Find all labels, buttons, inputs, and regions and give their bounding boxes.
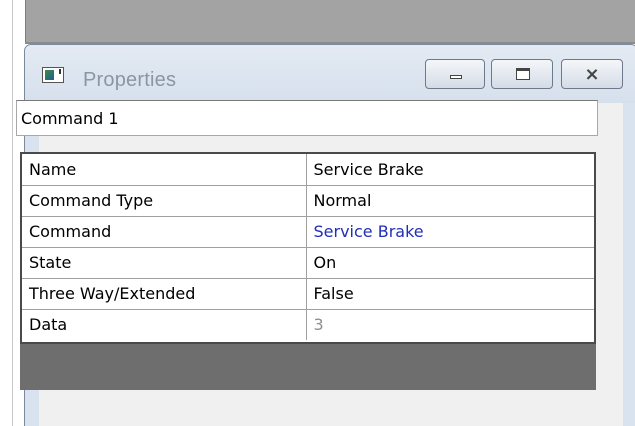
property-key: Name — [22, 154, 307, 186]
property-value[interactable]: On — [306, 247, 594, 279]
property-key: State — [22, 247, 307, 279]
property-grid: Name Service Brake Command Type Normal C… — [20, 152, 596, 344]
property-key: Three Way/Extended — [22, 278, 307, 310]
window-icon-mark — [59, 69, 61, 74]
property-value[interactable]: Service Brake — [306, 154, 594, 186]
property-row-data[interactable]: Data 3 — [22, 309, 594, 340]
background-left-strip — [0, 0, 12, 426]
property-value[interactable]: Normal — [306, 185, 594, 217]
title-bar[interactable]: Properties ⨯ — [25, 45, 635, 103]
window-title: Properties — [83, 69, 177, 91]
maximize-button[interactable] — [491, 59, 553, 89]
property-key: Data — [22, 309, 307, 340]
property-value[interactable]: False — [306, 278, 594, 310]
property-value-readonly: 3 — [313, 315, 324, 335]
property-table: Name Service Brake Command Type Normal C… — [22, 154, 594, 340]
property-row-command-type[interactable]: Command Type Normal — [22, 185, 594, 217]
properties-window-icon[interactable] — [42, 67, 64, 83]
background-divider — [12, 0, 13, 426]
property-key: Command — [22, 216, 307, 248]
minimize-icon — [450, 75, 462, 79]
grid-empty-area — [20, 344, 596, 390]
desktop-area: Properties ⨯ Name Service Brake Command — [0, 0, 635, 426]
property-value-link[interactable]: Service Brake — [306, 216, 594, 248]
close-icon: ⨯ — [584, 64, 600, 84]
window-icon-panel — [45, 70, 54, 80]
minimize-button[interactable] — [425, 59, 485, 89]
property-row-state[interactable]: State On — [22, 247, 594, 279]
close-button[interactable]: ⨯ — [561, 59, 623, 89]
property-row-three-way-extended[interactable]: Three Way/Extended False — [22, 278, 594, 310]
property-row-command[interactable]: Command Service Brake — [22, 216, 594, 248]
property-key: Command Type — [22, 185, 307, 217]
background-mdi-area — [25, 0, 635, 44]
maximize-icon — [516, 68, 530, 80]
object-name-input[interactable] — [16, 100, 598, 136]
property-row-name[interactable]: Name Service Brake — [22, 154, 594, 186]
